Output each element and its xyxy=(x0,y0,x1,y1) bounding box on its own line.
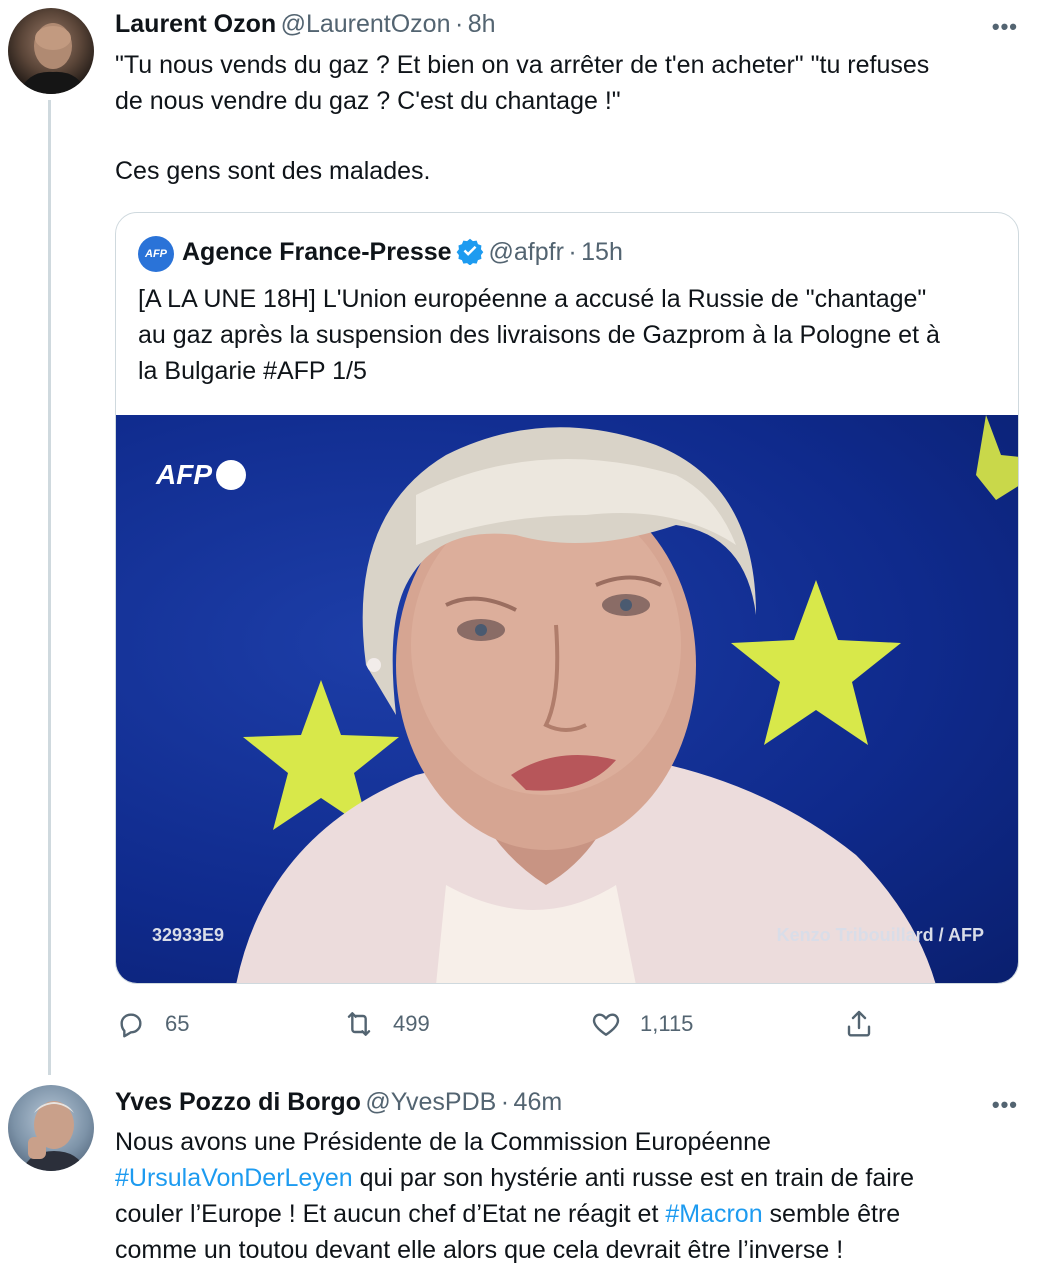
photo-id: 32933E9 xyxy=(152,925,225,945)
tweet-text-segment: qui par son hystérie anti russe est en t… xyxy=(352,1164,915,1192)
tweet2-text: Nous avons une Présidente de la Commissi… xyxy=(115,1124,1035,1268)
retweet-button[interactable]: 499 xyxy=(343,1008,430,1040)
avatar-image xyxy=(22,1101,86,1171)
photo-credit: Kenzo Tribouillard / AFP xyxy=(776,925,984,945)
quoted-text-line: [A LA UNE 18H] L'Union européenne a accu… xyxy=(138,285,927,313)
more-options-icon[interactable]: ••• xyxy=(992,1092,1018,1118)
retweet-count: 499 xyxy=(393,1011,430,1036)
thread-connector-line xyxy=(48,100,51,1075)
quoted-tweet-text: [A LA UNE 18H] L'Union européenne a accu… xyxy=(138,281,1008,389)
tweet-text-line: "Tu nous vends du gaz ? Et bien on va ar… xyxy=(115,51,930,79)
quoted-text-line: la Bulgarie #AFP 1/5 xyxy=(138,357,367,385)
tweet1-text: "Tu nous vends du gaz ? Et bien on va ar… xyxy=(115,47,1025,189)
tweet-text-line: couler l’Europe ! Et aucun chef d’Etat n… xyxy=(115,1196,1035,1232)
tweet-text-line: Nous avons une Présidente de la Commissi… xyxy=(115,1128,771,1156)
quoted-tweet-card[interactable]: AFP Agence France-Presse @afpfr · 15h [A… xyxy=(115,212,1019,984)
retweet-icon xyxy=(347,1012,371,1036)
quoted-author-handle[interactable]: @afpfr xyxy=(489,238,564,266)
separator-dot: · xyxy=(500,1088,510,1116)
quoted-tweet-photo[interactable]: AFP 32933E9 Kenzo Tribouillard / AFP xyxy=(116,415,1018,983)
tweet-text-line: comme un toutou devant elle alors que ce… xyxy=(115,1236,844,1264)
share-button[interactable] xyxy=(843,1008,875,1040)
tweet-text-segment: couler l’Europe ! Et aucun chef d’Etat n… xyxy=(115,1200,666,1228)
quoted-text-line: au gaz après la suspension des livraison… xyxy=(138,321,940,349)
avatar-image xyxy=(18,23,88,94)
author-handle[interactable]: @YvesPDB xyxy=(365,1088,496,1116)
heart-icon xyxy=(592,1013,620,1036)
reply-icon xyxy=(120,1013,142,1038)
separator-dot: · xyxy=(568,238,577,266)
tweet-text-line: de nous vendre du gaz ? C'est du chantag… xyxy=(115,87,621,115)
more-options-icon[interactable]: ••• xyxy=(992,14,1018,40)
tweet-timestamp[interactable]: 8h xyxy=(468,10,496,38)
eu-star-top-right xyxy=(976,415,1018,500)
quoted-author-name[interactable]: Agence France-Presse xyxy=(182,238,452,266)
afp-watermark-dot-icon xyxy=(216,460,246,490)
reply-count: 65 xyxy=(165,1011,190,1036)
hashtag-link[interactable]: #Macron xyxy=(665,1200,762,1228)
like-button[interactable]: 1,115 xyxy=(590,1008,693,1040)
author-name[interactable]: Laurent Ozon xyxy=(115,10,276,38)
avatar-yves-pozzo-di-borgo[interactable] xyxy=(8,1085,94,1171)
share-icon xyxy=(847,1010,871,1037)
hashtag-link[interactable]: #UrsulaVonDerLeyen xyxy=(115,1164,353,1192)
quoted-tweet-header: Agence France-Presse @afpfr · 15h xyxy=(182,237,623,267)
press-photo-illustration xyxy=(236,415,1018,983)
avatar-laurent-ozon[interactable] xyxy=(8,8,94,94)
afp-watermark-text: AFP xyxy=(156,459,212,490)
like-count: 1,115 xyxy=(640,1011,694,1036)
separator-dot: · xyxy=(454,10,464,38)
verified-badge-icon xyxy=(456,238,484,265)
tweet-timestamp[interactable]: 46m xyxy=(514,1088,563,1116)
tweet-text-line: Ces gens sont des malades. xyxy=(115,157,431,185)
afp-avatar[interactable]: AFP xyxy=(138,236,174,272)
quoted-tweet-timestamp[interactable]: 15h xyxy=(581,238,623,266)
eu-star-right xyxy=(731,580,901,745)
reply-button[interactable]: 65 xyxy=(115,1008,189,1040)
author-handle[interactable]: @LaurentOzon xyxy=(281,10,451,38)
tweet2-header: Yves Pozzo di Borgo @YvesPDB · 46m xyxy=(115,1088,562,1117)
tweet-text-line: #UrsulaVonDerLeyen qui par son hystérie … xyxy=(115,1160,1035,1196)
afp-watermark: AFP xyxy=(156,459,246,491)
tweet-text-segment: semble être xyxy=(762,1200,901,1228)
tweet1-header: Laurent Ozon @LaurentOzon · 8h xyxy=(115,10,496,39)
author-name[interactable]: Yves Pozzo di Borgo xyxy=(115,1088,361,1116)
